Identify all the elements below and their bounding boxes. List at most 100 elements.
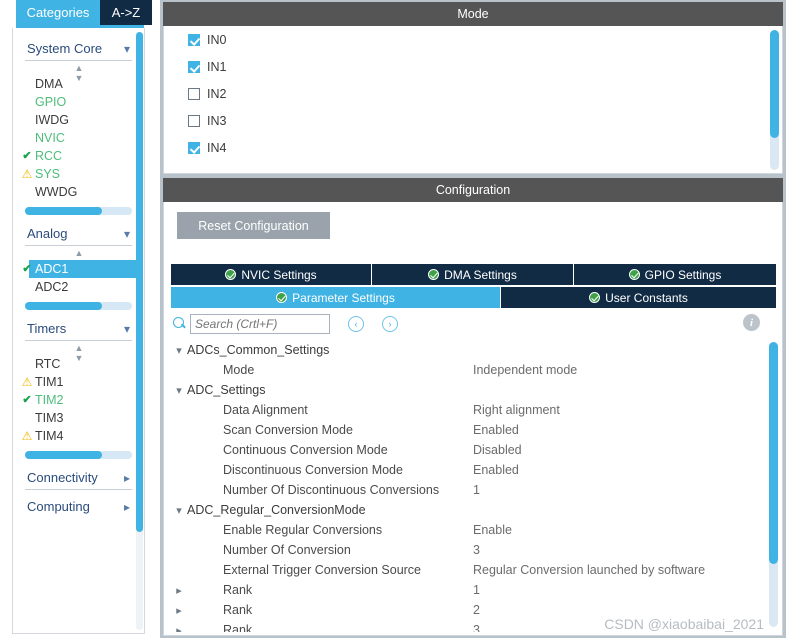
sidebar-tab-categories[interactable]: Categories	[16, 0, 100, 25]
tree-row-scan-conversion-mode[interactable]: Scan Conversion Mode Enabled	[171, 420, 761, 440]
tree-group-adcs-common-settings[interactable]: ▾ ADCs_Common_Settings	[171, 340, 761, 360]
checkbox-in0[interactable]	[188, 34, 200, 46]
sidebar-group-hscrollbar[interactable]	[25, 302, 132, 310]
tab-parameter-settings[interactable]: Parameter Settings	[171, 287, 501, 308]
tree-row-number-of-conversion[interactable]: Number Of Conversion 3	[171, 540, 761, 560]
search-next-button[interactable]: ›	[382, 316, 398, 332]
search-input[interactable]	[190, 314, 330, 334]
checkbox-in4[interactable]	[188, 142, 200, 154]
tree-group-adc-settings[interactable]: ▾ ADC_Settings	[171, 380, 761, 400]
configuration-vertical-scrollbar[interactable]	[769, 342, 778, 627]
channel-label: IN0	[207, 33, 226, 47]
sidebar-item-tim4[interactable]: ⚠ TIM4	[13, 427, 144, 445]
tree-row-number-of-discontinuous-conversions[interactable]: Number Of Discontinuous Conversions 1	[171, 480, 761, 500]
sidebar-group-spinner[interactable]: ▲▼	[13, 248, 144, 260]
sidebar-item-rtc[interactable]: RTC	[13, 355, 144, 373]
parameter-label: Mode	[223, 363, 473, 377]
checkbox-in3[interactable]	[188, 115, 200, 127]
search-previous-button[interactable]: ‹	[348, 316, 364, 332]
channel-row-in4[interactable]: IN4	[164, 134, 782, 161]
tree-group-label: ADC_Settings	[187, 383, 266, 397]
search-icon[interactable]	[173, 317, 187, 331]
tree-group-label: ADCs_Common_Settings	[187, 343, 329, 357]
tree-row-data-alignment[interactable]: Data Alignment Right alignment	[171, 400, 761, 420]
warning-triangle-icon: ⚠	[21, 165, 33, 183]
sidebar-group-analog[interactable]: Analog ▾	[13, 219, 144, 245]
tab-dma-settings[interactable]: DMA Settings	[372, 264, 574, 285]
parameter-value[interactable]: 3	[473, 623, 480, 632]
tab-gpio-settings[interactable]: GPIO Settings	[574, 264, 776, 285]
parameter-value[interactable]: Right alignment	[473, 403, 560, 417]
tree-row-rank-1[interactable]: ▸ Rank 1	[171, 580, 761, 600]
parameter-value[interactable]: Enabled	[473, 463, 519, 477]
parameter-value[interactable]: Disabled	[473, 443, 522, 457]
app-root: Categories A->Z System Core ▾ ▲▼ DMA GPI…	[0, 0, 786, 638]
parameter-value[interactable]: Enable	[473, 523, 512, 537]
sidebar-scrollbar-thumb[interactable]	[136, 32, 143, 532]
sidebar-group-connectivity[interactable]: Connectivity ▸	[13, 463, 144, 489]
tree-row-rank-2[interactable]: ▸ Rank 2	[171, 600, 761, 620]
channel-row-in3[interactable]: IN3	[164, 107, 782, 134]
checkbox-in2[interactable]	[188, 88, 200, 100]
mode-scrollbar-thumb[interactable]	[770, 30, 779, 138]
sidebar-group-system-core[interactable]: System Core ▾	[13, 34, 144, 60]
tree-row-external-trigger-conversion-source[interactable]: External Trigger Conversion Source Regul…	[171, 560, 761, 580]
sidebar-item-wwdg[interactable]: WWDG	[13, 183, 144, 201]
sidebar-item-adc1[interactable]: ✔ ADC1	[29, 260, 138, 278]
reset-configuration-button[interactable]: Reset Configuration	[177, 212, 330, 239]
check-icon: ✔	[21, 391, 33, 409]
sidebar-item-tim2[interactable]: ✔ TIM2	[13, 391, 144, 409]
sidebar-group-timers[interactable]: Timers ▾	[13, 314, 144, 340]
sidebar-group-label: Connectivity	[27, 470, 98, 485]
tree-row-enable-regular-conversions[interactable]: Enable Regular Conversions Enable	[171, 520, 761, 540]
sidebar: Categories A->Z System Core ▾ ▲▼ DMA GPI…	[0, 0, 160, 638]
tab-nvic-settings[interactable]: NVIC Settings	[171, 264, 372, 285]
channel-label: IN4	[207, 141, 226, 155]
tree-row-continuous-conversion-mode[interactable]: Continuous Conversion Mode Disabled	[171, 440, 761, 460]
sidebar-group-hscrollbar[interactable]	[25, 451, 132, 459]
sidebar-item-label: TIM4	[35, 429, 63, 443]
info-icon[interactable]: i	[743, 314, 760, 331]
tree-group-label: ADC_Regular_ConversionMode	[187, 503, 366, 517]
sidebar-item-nvic[interactable]: NVIC	[13, 129, 144, 147]
channel-row-in2[interactable]: IN2	[164, 80, 782, 107]
sidebar-item-sys[interactable]: ⚠ SYS	[13, 165, 144, 183]
sidebar-tab-a-to-z[interactable]: A->Z	[100, 0, 152, 25]
chevron-down-icon[interactable]: ▾	[171, 384, 187, 397]
tab-user-constants[interactable]: User Constants	[501, 287, 776, 308]
sidebar-item-tim1[interactable]: ⚠ TIM1	[13, 373, 144, 391]
sidebar-group-spinner[interactable]: ▲▼	[13, 343, 144, 355]
configuration-scrollbar-thumb[interactable]	[769, 342, 778, 564]
sidebar-item-gpio[interactable]: GPIO	[13, 93, 144, 111]
sidebar-vertical-scrollbar[interactable]	[136, 32, 143, 630]
tree-row-rank-3[interactable]: ▸ Rank 3	[171, 620, 761, 632]
mode-vertical-scrollbar[interactable]	[770, 30, 779, 170]
parameter-value[interactable]: 3	[473, 543, 480, 557]
parameter-value[interactable]: 1	[473, 583, 480, 597]
chevron-right-icon[interactable]: ▸	[171, 604, 187, 617]
sidebar-group-hscrollbar[interactable]	[25, 207, 132, 215]
chevron-down-icon[interactable]: ▾	[171, 344, 187, 357]
chevron-down-icon[interactable]: ▾	[171, 504, 187, 517]
chevron-right-icon[interactable]: ▸	[171, 584, 187, 597]
sidebar-item-adc2[interactable]: ADC2	[13, 278, 144, 296]
chevron-right-icon[interactable]: ▸	[171, 624, 187, 633]
tree-row-mode[interactable]: Mode Independent mode	[171, 360, 761, 380]
parameter-value[interactable]: Independent mode	[473, 363, 577, 377]
sidebar-item-dma[interactable]: DMA	[13, 75, 144, 93]
sidebar-item-iwdg[interactable]: IWDG	[13, 111, 144, 129]
tree-row-discontinuous-conversion-mode[interactable]: Discontinuous Conversion Mode Enabled	[171, 460, 761, 480]
sidebar-group-computing[interactable]: Computing ▸	[13, 492, 144, 518]
tree-group-adc-regular-conversionmode[interactable]: ▾ ADC_Regular_ConversionMode	[171, 500, 761, 520]
channel-row-in1[interactable]: IN1	[164, 53, 782, 80]
parameter-value[interactable]: Enabled	[473, 423, 519, 437]
parameter-value[interactable]: Regular Conversion launched by software	[473, 563, 705, 577]
sidebar-item-rcc[interactable]: ✔ RCC	[13, 147, 144, 165]
checkbox-in1[interactable]	[188, 61, 200, 73]
parameter-value[interactable]: 1	[473, 483, 480, 497]
parameter-value[interactable]: 2	[473, 603, 480, 617]
sidebar-item-tim3[interactable]: TIM3	[13, 409, 144, 427]
sidebar-group-spinner[interactable]: ▲▼	[13, 63, 144, 75]
channel-row-in0[interactable]: IN0	[164, 26, 782, 53]
chevron-right-icon: ▸	[124, 500, 130, 514]
